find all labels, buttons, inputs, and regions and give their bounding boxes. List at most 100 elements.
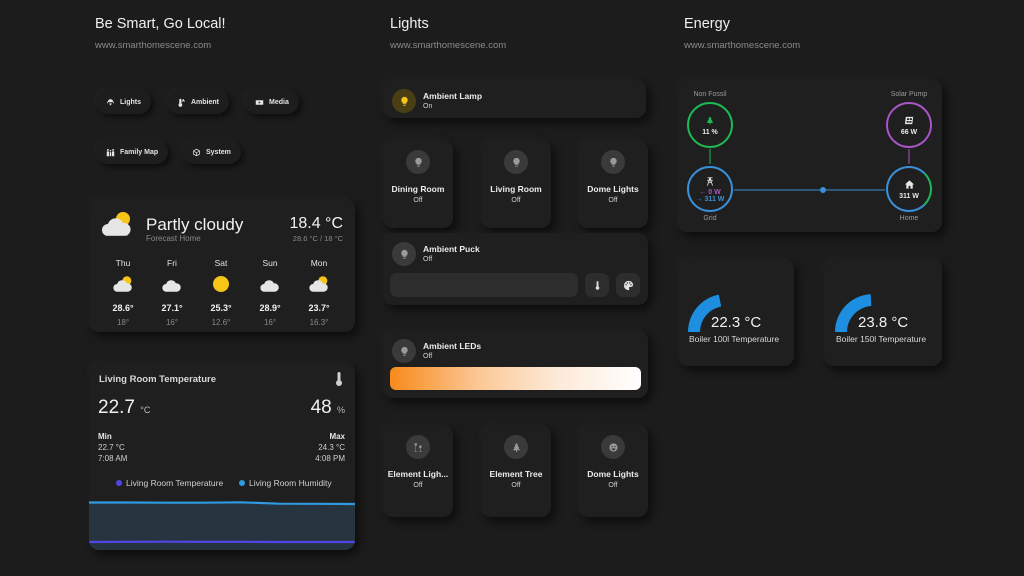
middle-column-title: Lights (390, 16, 429, 32)
legend-item-humidity[interactable]: Living Room Humidity (239, 478, 332, 488)
sensor-humidity: 48 % (311, 397, 345, 419)
ambient-lamp-card[interactable]: Ambient Lamp On (383, 80, 646, 118)
solar-label: Solar Pump (890, 91, 928, 98)
light-name: Dome Lights (587, 469, 639, 479)
light-name: Ambient Lamp (423, 91, 483, 101)
cube-icon (193, 148, 200, 156)
partly-cloudy-icon (102, 212, 131, 236)
cloudy-icon (260, 280, 279, 292)
sensor-title: Living Room Temperature (99, 374, 217, 385)
boiler-100-gauge-card[interactable]: 22.3 °C Boiler 100l Temperature (678, 258, 794, 366)
light-tile[interactable]: Element Tree Off (481, 425, 551, 517)
sensor-humidity-unit: % (336, 405, 345, 415)
light-state: Off (608, 482, 618, 489)
left-column-subtitle: www.smarthomescene.com (95, 40, 212, 51)
light-toggle[interactable] (504, 435, 528, 459)
home-node[interactable]: 311 W (886, 166, 932, 212)
forecast-day-name: Mon (310, 258, 328, 268)
forecast-low: 18° (116, 318, 130, 327)
ambient-leds-card[interactable]: Ambient LEDs Off (383, 330, 648, 398)
sensor-temperature-unit: °C (140, 405, 151, 415)
forecast-low: 16.3° (309, 318, 329, 327)
light-toggle[interactable] (406, 150, 430, 174)
home-icon (904, 179, 914, 189)
lightbulb-icon (609, 157, 617, 167)
light-state: Off (423, 256, 433, 263)
color-temp-button[interactable] (585, 273, 609, 297)
sensor-history-chart[interactable] (89, 494, 355, 550)
sensor-min-time: 7:08 AM (98, 454, 128, 463)
grid-return-value: ← 0 W (699, 188, 721, 196)
weather-temperature: 18.4 °C (289, 215, 343, 232)
light-toggle[interactable] (601, 150, 625, 174)
solar-value: 66 W (900, 128, 918, 136)
solar-node[interactable]: 66 W (886, 102, 932, 148)
lightbulb-icon (400, 96, 408, 106)
non-fossil-node[interactable]: 11 % (687, 102, 733, 148)
sensor-card[interactable]: Living Room Temperature 22.7 °C 48 % Min… (89, 362, 355, 550)
nav-lights-button[interactable]: Lights (96, 90, 151, 114)
grid-consume-value: → 311 W (695, 195, 725, 203)
right-column-title: Energy (684, 16, 730, 32)
boiler-100-label: Boiler 100l Temperature (689, 334, 780, 344)
forecast-day-name: Sun (262, 258, 278, 268)
light-name: Dome Lights (587, 184, 639, 194)
light-tile[interactable]: Dome Lights Off (578, 425, 648, 517)
forecast-day-name: Fri (167, 258, 177, 268)
pine-tree-icon (512, 442, 520, 452)
ambient-leds-toggle[interactable] (392, 339, 416, 363)
light-name: Element Tree (489, 469, 543, 479)
light-tile[interactable]: Dining Room Off (383, 140, 453, 228)
light-name: Living Room (490, 184, 542, 194)
nav-media-button[interactable]: Media (245, 90, 299, 114)
nav-lights-label: Lights (120, 98, 141, 106)
energy-distribution-card[interactable]: Non Fossil 11 % Solar Pump 66 W ← 0 W → … (677, 80, 942, 232)
sensor-min-value: 22.7 °C (98, 443, 125, 452)
grid-node[interactable]: ← 0 W → 311 W (687, 166, 733, 212)
non-fossil-value: 11 % (702, 128, 718, 136)
boiler-100-value: 22.3 °C (711, 314, 762, 331)
legend-item-temperature[interactable]: Living Room Temperature (116, 478, 223, 488)
boiler-150-gauge-card[interactable]: 23.8 °C Boiler 150l Temperature (824, 258, 942, 366)
light-toggle[interactable] (601, 435, 625, 459)
sensor-max: Max 24.3 °C 4:08 PM (315, 431, 345, 464)
boiler-150-label: Boiler 150l Temperature (836, 334, 927, 344)
light-tile[interactable]: Element Ligh... Off (383, 425, 453, 517)
non-fossil-label: Non Fossil (693, 91, 727, 98)
right-column-subtitle: www.smarthomescene.com (684, 40, 801, 51)
light-name: Ambient Puck (423, 244, 480, 254)
forecast-low: 12.6° (211, 318, 231, 327)
thermometer-icon (178, 98, 185, 107)
home-value: 311 W (899, 192, 919, 200)
light-state: On (423, 103, 433, 110)
color-palette-button[interactable] (616, 273, 640, 297)
nav-family-map-label: Family Map (120, 148, 159, 156)
light-state: Off (511, 197, 521, 204)
weather-card[interactable]: Partly cloudy Forecast Home 18.4 °C 28.6… (89, 198, 355, 332)
legend-label: Living Room Humidity (249, 478, 332, 488)
sunny-icon (213, 276, 229, 292)
light-toggle[interactable] (504, 150, 528, 174)
light-state: Off (413, 197, 423, 204)
ambient-puck-card[interactable]: Ambient Puck Off (383, 233, 648, 305)
light-tile[interactable]: Dome Lights Off (578, 140, 648, 228)
lightbulb-icon (400, 249, 408, 259)
lightbulb-icon (414, 157, 422, 167)
forecast-high: 23.7° (308, 303, 330, 313)
ceiling-light-icon (107, 98, 114, 105)
light-tile[interactable]: Living Room Off (481, 140, 551, 228)
forecast-high: 27.1° (161, 303, 183, 313)
color-temperature-slider[interactable] (390, 367, 641, 390)
ambient-lamp-toggle[interactable] (392, 89, 416, 113)
legend-dot (239, 480, 245, 486)
brightness-slider[interactable] (390, 273, 578, 297)
nav-ambient-button[interactable]: Ambient (167, 90, 229, 114)
forecast-low: 16° (263, 318, 277, 327)
ambient-puck-toggle[interactable] (392, 242, 416, 266)
sensor-temperature: 22.7 °C (98, 397, 150, 419)
light-toggle[interactable] (406, 435, 430, 459)
light-state: Off (511, 482, 521, 489)
sensor-humidity-value: 48 (310, 397, 332, 418)
nav-family-map-button[interactable]: Family Map (96, 140, 169, 164)
nav-system-button[interactable]: System (182, 140, 241, 164)
